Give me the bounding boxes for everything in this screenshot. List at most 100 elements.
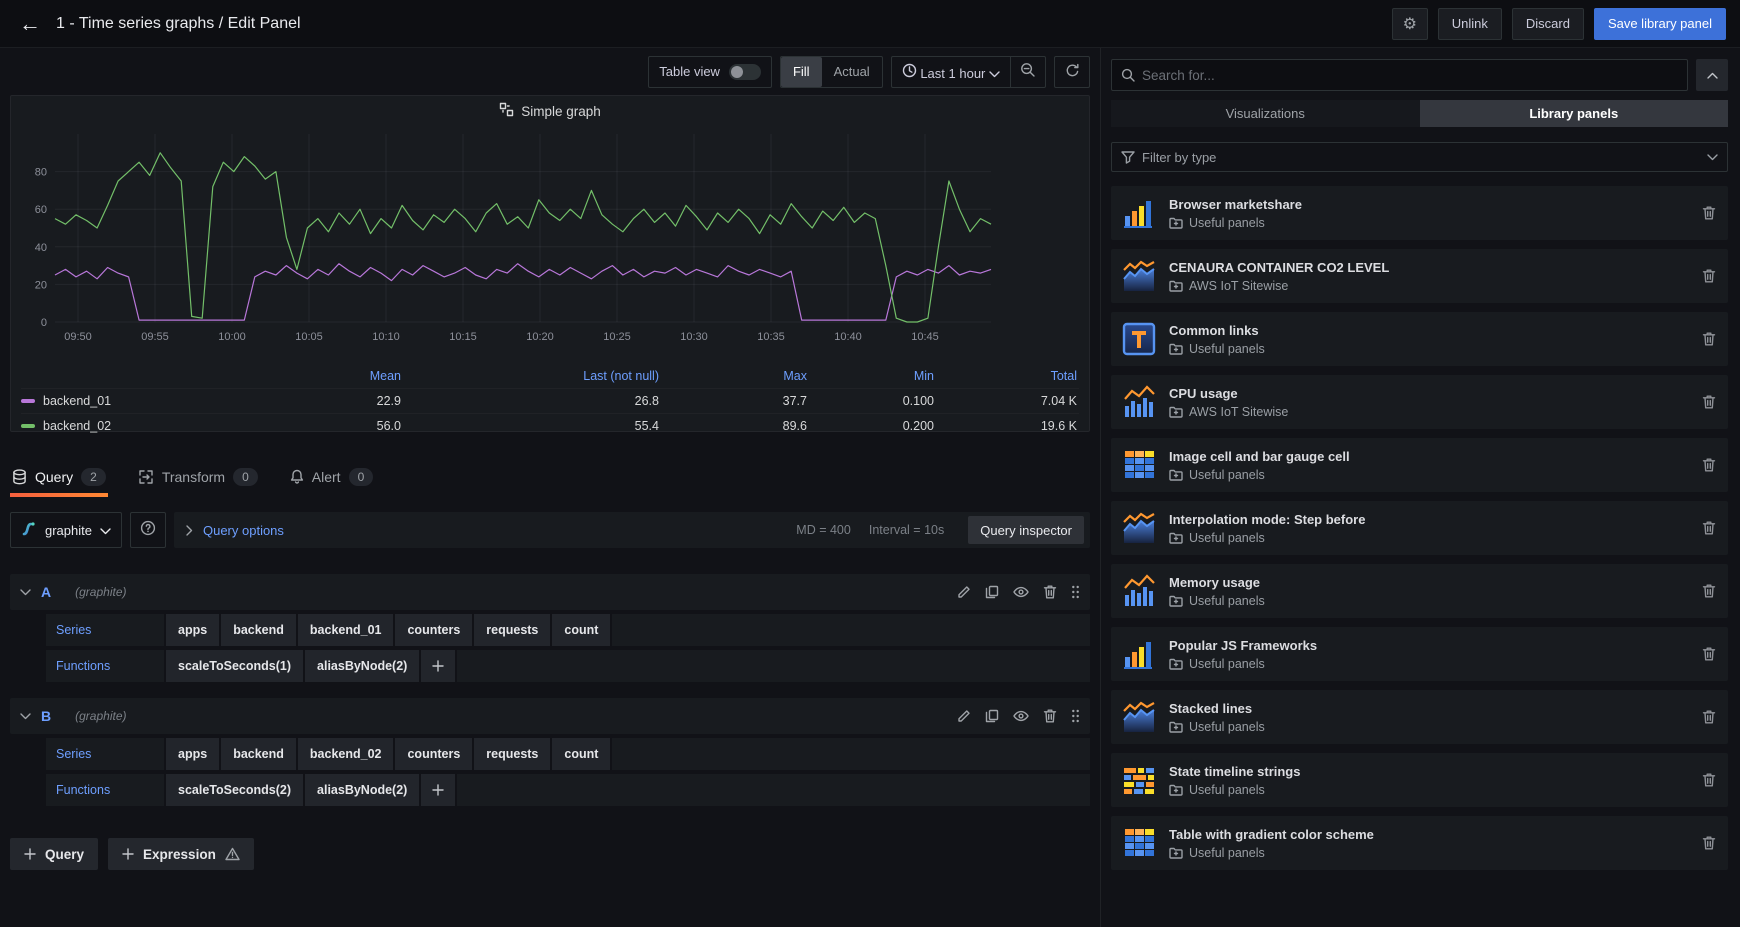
query-ref-id[interactable]: B (41, 708, 51, 724)
add-query-button[interactable]: Query (10, 838, 98, 870)
edit-query-icon[interactable] (957, 709, 971, 723)
delete-query-icon[interactable] (1043, 584, 1057, 600)
legend-column-header[interactable]: Total (936, 369, 1079, 383)
edit-query-icon[interactable] (957, 585, 971, 599)
datasource-name: graphite (45, 523, 92, 538)
query-inspector-button[interactable]: Query inspector (968, 516, 1084, 544)
add-function-button[interactable] (421, 774, 455, 806)
query-segment[interactable]: backend (221, 614, 296, 646)
legend-column-header[interactable]: Mean (233, 369, 403, 383)
drag-handle-icon[interactable] (1071, 585, 1080, 599)
query-segment[interactable]: requests (474, 738, 550, 770)
legend-series-name[interactable]: backend_01 (21, 394, 233, 408)
legend-column-header[interactable]: Min (809, 369, 936, 383)
panel-header[interactable]: Simple graph (11, 96, 1089, 126)
time-range-picker[interactable]: Last 1 hour (892, 63, 1010, 81)
query-segment[interactable]: counters (395, 738, 472, 770)
query-options-link[interactable]: Query options (203, 523, 284, 538)
delete-library-panel-icon[interactable] (1702, 835, 1716, 851)
tab-visualizations[interactable]: Visualizations (1111, 100, 1420, 127)
delete-library-panel-icon[interactable] (1702, 457, 1716, 473)
delete-library-panel-icon[interactable] (1702, 520, 1716, 536)
save-library-panel-button[interactable]: Save library panel (1594, 8, 1726, 40)
query-segment[interactable]: aliasByNode(2) (305, 774, 419, 806)
delete-library-panel-icon[interactable] (1702, 583, 1716, 599)
library-panel-item[interactable]: Browser marketshare Useful panels (1111, 186, 1728, 240)
query-segment[interactable]: backend (221, 738, 296, 770)
refresh-button[interactable] (1055, 57, 1089, 87)
library-panel-item[interactable]: CENAURA CONTAINER CO2 LEVEL AWS IoT Site… (1111, 249, 1728, 303)
time-series-chart[interactable]: 09:5009:5510:0010:0510:1010:1510:2010:25… (11, 126, 1089, 361)
table-view-toggle[interactable] (729, 64, 761, 80)
delete-library-panel-icon[interactable] (1702, 205, 1716, 221)
query-segment[interactable]: backend_02 (298, 738, 394, 770)
delete-library-panel-icon[interactable] (1702, 268, 1716, 284)
back-arrow-icon[interactable]: ← (14, 8, 46, 40)
unlink-button[interactable]: Unlink (1438, 8, 1502, 40)
panel-settings-button[interactable]: ⚙ (1392, 8, 1428, 40)
delete-library-panel-icon[interactable] (1702, 646, 1716, 662)
series-label[interactable]: Series (46, 614, 164, 646)
query-segment[interactable]: requests (474, 614, 550, 646)
add-expression-button[interactable]: Expression (108, 838, 254, 870)
collapse-query-icon[interactable] (20, 589, 31, 596)
query-ref-id[interactable]: A (41, 584, 51, 600)
legend-series-name[interactable]: backend_02 (21, 419, 233, 433)
toggle-visibility-icon[interactable] (1013, 710, 1029, 722)
library-panel-item[interactable]: Common links Useful panels (1111, 312, 1728, 366)
delete-library-panel-icon[interactable] (1702, 331, 1716, 347)
tab-alert[interactable]: Alert 0 (288, 456, 375, 497)
drag-handle-icon[interactable] (1071, 709, 1080, 723)
library-panel-item[interactable]: Interpolation mode: Step before Useful p… (1111, 501, 1728, 555)
filter-by-type-select[interactable]: Filter by type (1111, 142, 1728, 172)
library-panel-item[interactable]: Image cell and bar gauge cell Useful pan… (1111, 438, 1728, 492)
library-panel-item[interactable]: Memory usage Useful panels (1111, 564, 1728, 618)
discard-button[interactable]: Discard (1512, 8, 1584, 40)
actual-option[interactable]: Actual (822, 57, 882, 87)
query-segment[interactable]: scaleToSeconds(2) (166, 774, 303, 806)
query-segment[interactable]: apps (166, 614, 219, 646)
zoom-out-button[interactable] (1011, 57, 1045, 87)
query-segment[interactable]: backend_01 (298, 614, 394, 646)
library-panel-item[interactable]: State timeline strings Useful panels (1111, 753, 1728, 807)
y-axis-tick: 20 (35, 279, 47, 291)
datasource-picker[interactable]: graphite (10, 512, 122, 548)
query-segment[interactable]: apps (166, 738, 219, 770)
legend-column-header[interactable]: Last (not null) (403, 369, 661, 383)
query-segment[interactable]: counters (395, 614, 472, 646)
add-function-button[interactable] (421, 650, 455, 682)
delete-library-panel-icon[interactable] (1702, 394, 1716, 410)
bars-line-chart-icon (1120, 572, 1158, 610)
legend-column-header[interactable]: Max (661, 369, 809, 383)
functions-label[interactable]: Functions (46, 650, 164, 682)
delete-query-icon[interactable] (1043, 708, 1057, 724)
delete-library-panel-icon[interactable] (1702, 709, 1716, 725)
fill-option[interactable]: Fill (781, 57, 822, 87)
toggle-visibility-icon[interactable] (1013, 586, 1029, 598)
query-segment[interactable]: count (552, 738, 610, 770)
legend-row: backend_0122.926.837.70.1007.04 K (21, 388, 1079, 413)
collapse-query-icon[interactable] (20, 713, 31, 720)
tab-query[interactable]: Query 2 (10, 456, 108, 497)
duplicate-query-icon[interactable] (985, 709, 999, 723)
datasource-help-button[interactable] (130, 512, 166, 548)
query-segment[interactable]: count (552, 614, 610, 646)
library-panel-item[interactable]: Table with gradient color scheme Useful … (1111, 816, 1728, 870)
library-panel-item[interactable]: CPU usage AWS IoT Sitewise (1111, 375, 1728, 429)
series-color-swatch[interactable] (21, 424, 35, 428)
search-input[interactable] (1142, 68, 1678, 83)
tab-transform[interactable]: Transform 0 (136, 456, 260, 497)
series-label[interactable]: Series (46, 738, 164, 770)
query-segment[interactable]: aliasByNode(2) (305, 650, 419, 682)
collapse-sidebar-button[interactable] (1696, 59, 1728, 91)
library-panel-item[interactable]: Popular JS Frameworks Useful panels (1111, 627, 1728, 681)
query-segment[interactable]: scaleToSeconds(1) (166, 650, 303, 682)
tab-library-panels[interactable]: Library panels (1420, 100, 1729, 127)
duplicate-query-icon[interactable] (985, 585, 999, 599)
refresh-icon (1065, 63, 1080, 81)
functions-label[interactable]: Functions (46, 774, 164, 806)
library-panel-item[interactable]: Stacked lines Useful panels (1111, 690, 1728, 744)
series-color-swatch[interactable] (21, 399, 35, 403)
functions-row: Functions scaleToSeconds(2)aliasByNode(2… (46, 774, 1090, 806)
delete-library-panel-icon[interactable] (1702, 772, 1716, 788)
